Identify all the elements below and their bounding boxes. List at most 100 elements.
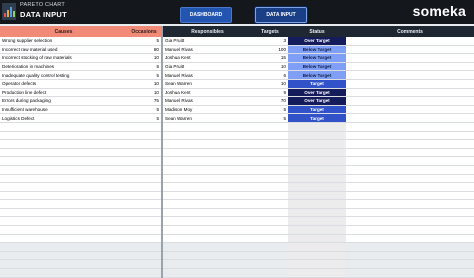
cause-cell[interactable]	[0, 225, 127, 235]
comments-cell[interactable]	[346, 242, 474, 252]
occasions-cell[interactable]	[127, 148, 163, 158]
cause-cell[interactable]	[0, 208, 127, 218]
occasions-cell[interactable]: 5	[127, 105, 163, 115]
target-cell[interactable]	[252, 242, 288, 252]
responsible-cell[interactable]	[162, 139, 252, 149]
target-cell[interactable]: 6	[252, 70, 288, 80]
target-cell[interactable]	[252, 259, 288, 270]
responsible-cell[interactable]	[162, 131, 252, 141]
responsible-cell[interactable]	[162, 216, 252, 227]
status-cell[interactable]	[288, 208, 346, 218]
occasions-cell[interactable]	[127, 216, 163, 227]
cause-cell[interactable]: Deterioration in machines	[0, 62, 127, 72]
comments-cell[interactable]	[346, 105, 474, 115]
target-cell[interactable]	[252, 199, 288, 209]
target-cell[interactable]	[252, 148, 288, 158]
occasions-cell[interactable]: 10	[127, 88, 163, 98]
status-cell[interactable]: Over Target	[288, 37, 346, 46]
status-cell[interactable]: Over Target	[288, 96, 346, 106]
status-cell[interactable]	[288, 216, 346, 227]
occasions-cell[interactable]	[127, 191, 163, 201]
responsible-cell[interactable]	[162, 122, 252, 132]
responsible-cell[interactable]: Manuel Rivas	[162, 96, 252, 106]
responsible-cell[interactable]	[162, 225, 252, 235]
occasions-cell[interactable]: 5	[127, 62, 163, 72]
occasions-cell[interactable]	[127, 225, 163, 235]
comments-cell[interactable]	[346, 251, 474, 261]
comments-cell[interactable]	[346, 156, 474, 166]
status-cell[interactable]	[288, 251, 346, 261]
cause-cell[interactable]: Production line defect	[0, 88, 127, 98]
target-cell[interactable]	[252, 208, 288, 218]
status-cell[interactable]	[288, 139, 346, 149]
cause-cell[interactable]: Operator defects	[0, 79, 127, 89]
cause-cell[interactable]: Incorrect stocking of raw materials	[0, 53, 127, 63]
comments-cell[interactable]	[346, 79, 474, 89]
occasions-cell[interactable]	[127, 251, 163, 261]
status-cell[interactable]: Target	[288, 113, 346, 123]
responsible-cell[interactable]	[162, 156, 252, 166]
cause-cell[interactable]	[0, 191, 127, 201]
responsible-cell[interactable]	[162, 182, 252, 192]
occasions-cell[interactable]	[127, 131, 163, 141]
cause-cell[interactable]	[0, 156, 127, 166]
status-cell[interactable]: Target	[288, 105, 346, 115]
status-cell[interactable]	[288, 234, 346, 244]
cause-cell[interactable]	[0, 234, 127, 244]
status-cell[interactable]	[288, 191, 346, 201]
status-cell[interactable]	[288, 174, 346, 184]
status-cell[interactable]: Below Target	[288, 45, 346, 55]
target-cell[interactable]	[252, 268, 288, 278]
comments-cell[interactable]	[346, 88, 474, 98]
cause-cell[interactable]	[0, 251, 127, 261]
comments-cell[interactable]	[346, 259, 474, 270]
cause-cell[interactable]: Insufficient warehouse	[0, 105, 127, 115]
target-cell[interactable]	[252, 131, 288, 141]
occasions-cell[interactable]	[127, 259, 163, 270]
cause-cell[interactable]	[0, 216, 127, 227]
responsible-cell[interactable]	[162, 251, 252, 261]
comments-cell[interactable]	[346, 62, 474, 72]
cause-cell[interactable]	[0, 259, 127, 270]
responsible-cell[interactable]: Sean Warren	[162, 79, 252, 89]
status-cell[interactable]	[288, 165, 346, 175]
status-cell[interactable]: Below Target	[288, 62, 346, 72]
status-cell[interactable]	[288, 148, 346, 158]
status-cell[interactable]: Target	[288, 79, 346, 89]
status-cell[interactable]: Over Target	[288, 88, 346, 98]
occasions-cell[interactable]	[127, 182, 163, 192]
status-cell[interactable]	[288, 122, 346, 132]
occasions-cell[interactable]: 10	[127, 79, 163, 89]
comments-cell[interactable]	[346, 45, 474, 55]
occasions-cell[interactable]	[127, 122, 163, 132]
occasions-cell[interactable]: 75	[127, 96, 163, 106]
cause-cell[interactable]: Logistics Defect	[0, 113, 127, 123]
target-cell[interactable]	[252, 225, 288, 235]
target-cell[interactable]: 10	[252, 62, 288, 72]
cause-cell[interactable]	[0, 268, 127, 278]
occasions-cell[interactable]: 5	[127, 70, 163, 80]
status-cell[interactable]	[288, 259, 346, 270]
occasions-cell[interactable]: 10	[127, 53, 163, 63]
comments-cell[interactable]	[346, 113, 474, 123]
responsible-cell[interactable]: Gia Pruitt	[162, 62, 252, 72]
target-cell[interactable]: 9	[252, 88, 288, 98]
responsible-cell[interactable]	[162, 191, 252, 201]
status-cell[interactable]	[288, 268, 346, 278]
occasions-cell[interactable]	[127, 165, 163, 175]
target-cell[interactable]	[252, 139, 288, 149]
occasions-cell[interactable]	[127, 268, 163, 278]
comments-cell[interactable]	[346, 122, 474, 132]
occasions-cell[interactable]	[127, 139, 163, 149]
target-cell[interactable]	[252, 234, 288, 244]
responsible-cell[interactable]	[162, 148, 252, 158]
cause-cell[interactable]	[0, 165, 127, 175]
responsible-cell[interactable]: Gia Pruitt	[162, 37, 252, 46]
target-cell[interactable]: 15	[252, 53, 288, 63]
responsible-cell[interactable]	[162, 242, 252, 252]
responsible-cell[interactable]	[162, 165, 252, 175]
comments-cell[interactable]	[346, 70, 474, 80]
occasions-cell[interactable]	[127, 208, 163, 218]
status-cell[interactable]	[288, 156, 346, 166]
responsible-cell[interactable]	[162, 174, 252, 184]
